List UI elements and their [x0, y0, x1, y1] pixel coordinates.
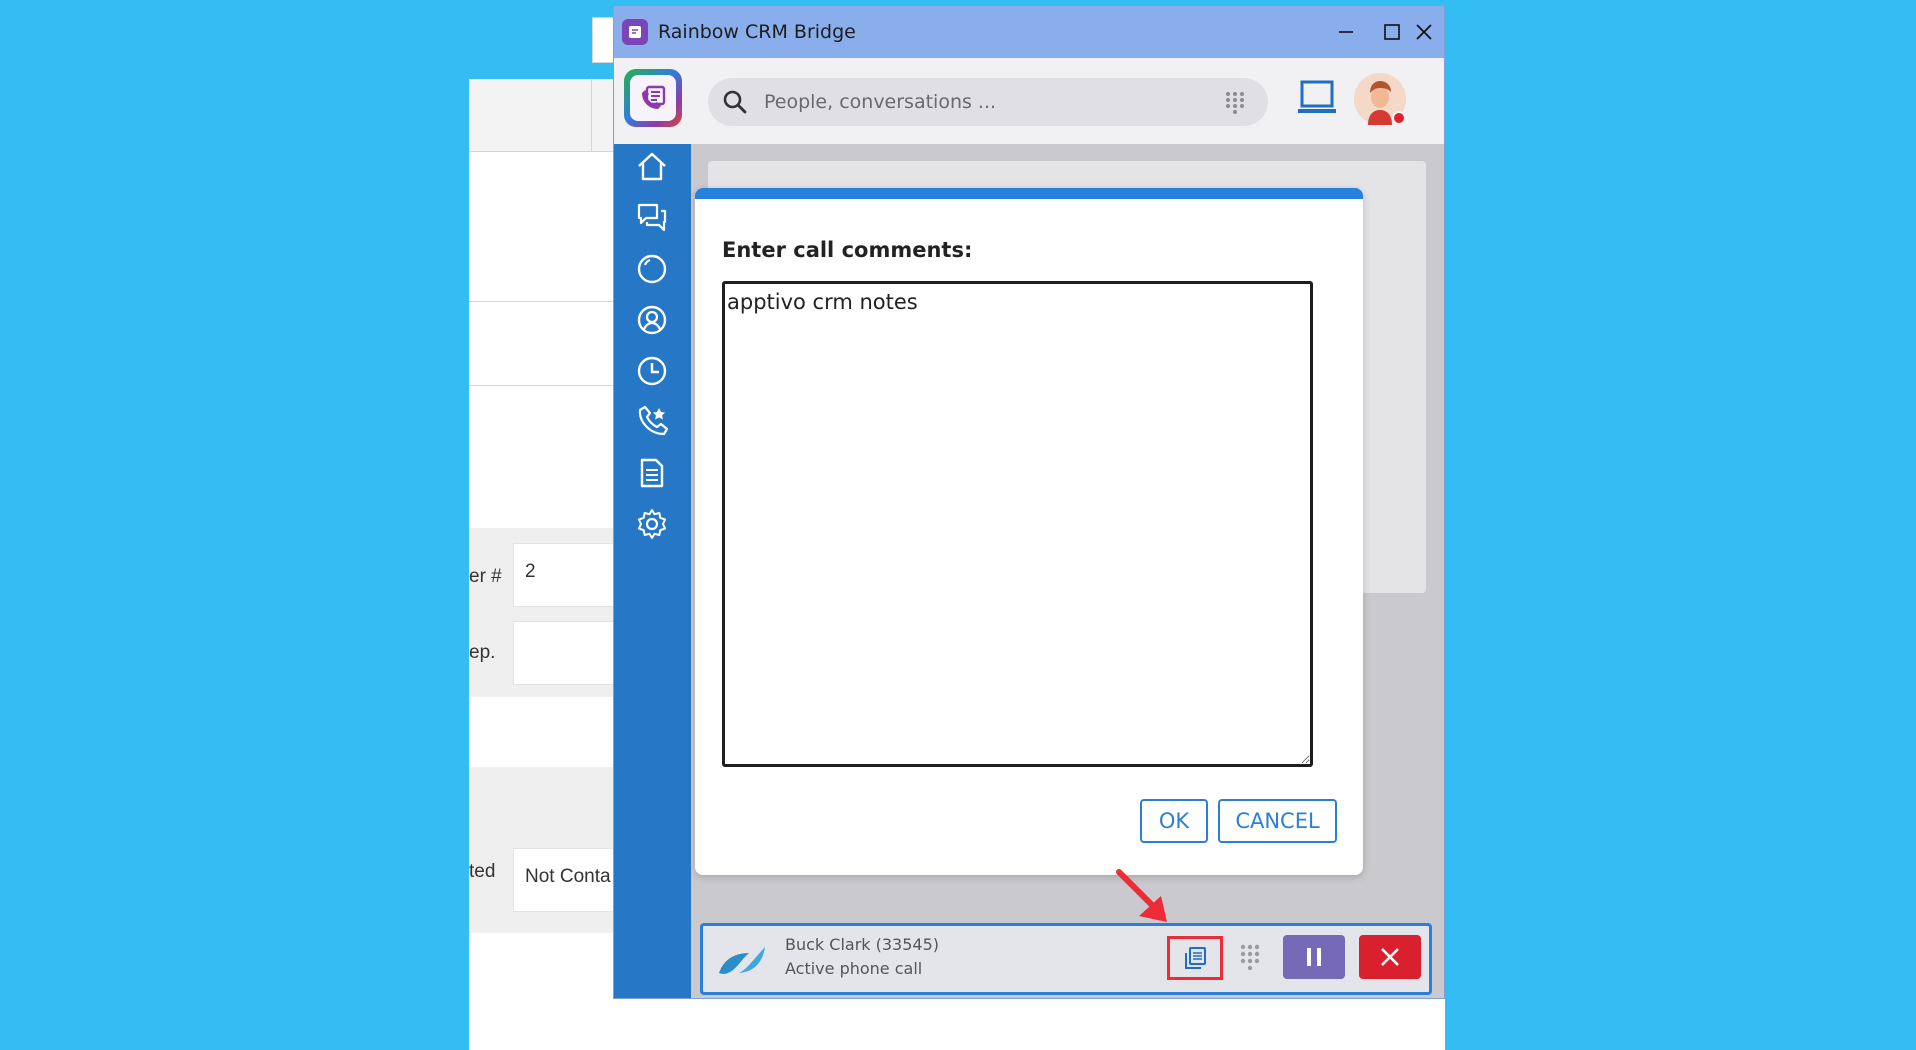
field-label-contacted: ted: [469, 861, 496, 882]
conversations-icon: [637, 203, 667, 232]
minimize-icon: [1339, 31, 1353, 33]
title-bar[interactable]: Rainbow CRM Bridge: [614, 6, 1444, 58]
close-icon: [1416, 24, 1432, 40]
ok-button[interactable]: OK: [1140, 799, 1208, 843]
annotation-arrow-icon: [1116, 869, 1167, 922]
user-avatar[interactable]: [1354, 73, 1406, 125]
laptop-icon[interactable]: [1297, 80, 1337, 116]
sidebar-item-history[interactable]: [633, 352, 671, 390]
dialpad-icon[interactable]: [1223, 90, 1247, 114]
call-comments-textarea[interactable]: apptivo crm notes: [722, 281, 1313, 767]
active-call-bar: Buck Clark (33545) Active phone call: [700, 923, 1432, 995]
documents-icon: [640, 458, 664, 488]
rainbow-logo[interactable]: [624, 69, 682, 127]
field-label-rep: ep.: [469, 642, 496, 663]
sidebar-item-conversations[interactable]: [633, 199, 671, 237]
sidebar-item-documents[interactable]: [633, 454, 671, 492]
dialog-accent-bar: [695, 188, 1363, 199]
presence-status-indicator: [1392, 111, 1406, 125]
app-header: [614, 58, 1444, 144]
pause-icon: [1307, 948, 1321, 966]
search-bar: [708, 78, 1268, 126]
sidebar-item-bubbles[interactable]: [633, 250, 671, 288]
field-label-number: er #: [469, 566, 502, 587]
search-icon: [723, 90, 747, 114]
keypad-button[interactable]: [1233, 938, 1267, 978]
maximize-icon: [1384, 24, 1400, 40]
close-icon: [1381, 948, 1399, 966]
toolbar-divider: [591, 79, 592, 152]
call-comments-label: Enter call comments:: [722, 238, 973, 262]
sidebar-item-home[interactable]: [633, 148, 671, 186]
app-icon: [622, 19, 648, 45]
caller-name: Buck Clark (33545): [785, 935, 939, 954]
sidebar-item-contacts[interactable]: [633, 301, 671, 339]
cancel-button[interactable]: CANCEL: [1218, 799, 1337, 843]
call-notes-button[interactable]: [1167, 936, 1223, 980]
call-status: Active phone call: [785, 959, 923, 978]
keypad-icon: [1240, 944, 1260, 971]
favorite-calls-icon: [638, 405, 669, 436]
gear-icon: [638, 509, 666, 539]
hold-button[interactable]: [1283, 935, 1345, 979]
close-window-button[interactable]: [1404, 16, 1444, 48]
window-title: Rainbow CRM Bridge: [658, 21, 856, 43]
contacts-icon: [637, 305, 667, 335]
home-icon: [638, 152, 666, 181]
minimize-button[interactable]: [1326, 16, 1366, 48]
sidebar-item-settings[interactable]: [633, 505, 671, 543]
rainbow-window: Rainbow CRM Bridge People, conversations…: [613, 5, 1445, 999]
phone-notes-icon: [642, 85, 666, 109]
call-notes-icon: [1185, 947, 1206, 969]
sidebar-item-favorite-calls[interactable]: [633, 403, 671, 441]
bubbles-icon: [637, 254, 667, 284]
search-input[interactable]: [764, 87, 1204, 117]
history-icon: [637, 356, 667, 386]
sidebar: [614, 144, 691, 998]
hang-up-button[interactable]: [1359, 935, 1421, 979]
leaf-logo-icon: [719, 947, 765, 974]
call-comments-dialog: Enter call comments: apptivo crm notes O…: [695, 188, 1363, 875]
